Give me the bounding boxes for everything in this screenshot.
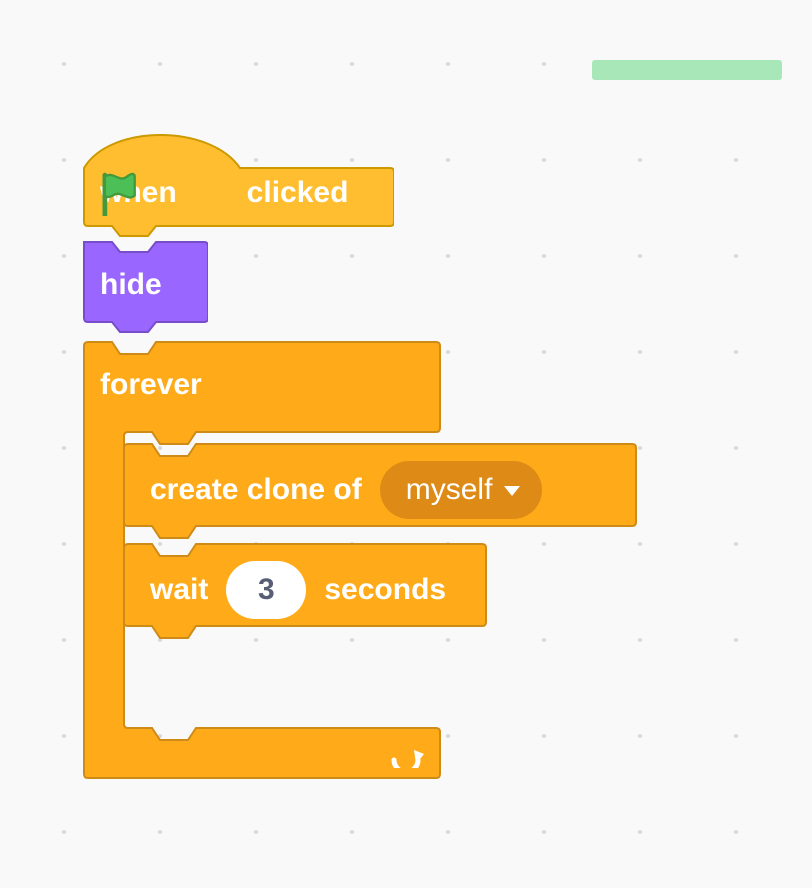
- wait-seconds-block[interactable]: wait 3 seconds: [120, 540, 490, 640]
- hide-block-content: hide: [100, 268, 162, 302]
- wait-seconds-input[interactable]: 3: [226, 561, 306, 619]
- chevron-down-icon: [504, 486, 520, 496]
- wait-prefix: wait: [150, 573, 208, 607]
- loop-arrow-icon: [390, 740, 430, 768]
- wait-block-content: wait 3 seconds: [150, 540, 446, 640]
- hide-label: hide: [100, 268, 162, 301]
- clone-block-content: create clone of myself: [150, 440, 542, 540]
- when-flag-clicked-block[interactable]: when clicked: [80, 118, 394, 238]
- clone-dropdown-value: myself: [406, 473, 493, 507]
- clone-target-dropdown[interactable]: myself: [380, 461, 543, 519]
- clone-label: create clone of: [150, 473, 362, 507]
- wait-value: 3: [258, 573, 275, 607]
- hat-suffix: clicked: [247, 176, 349, 210]
- forever-block-label: forever: [100, 368, 202, 402]
- green-flag-icon: [191, 172, 233, 214]
- hide-block[interactable]: hide: [80, 238, 208, 338]
- create-clone-block[interactable]: create clone of myself: [120, 440, 640, 540]
- forever-label-text: forever: [100, 368, 202, 401]
- highlight-bar: [592, 60, 782, 80]
- hat-block-content: when clicked: [100, 172, 348, 214]
- wait-suffix: seconds: [324, 573, 446, 607]
